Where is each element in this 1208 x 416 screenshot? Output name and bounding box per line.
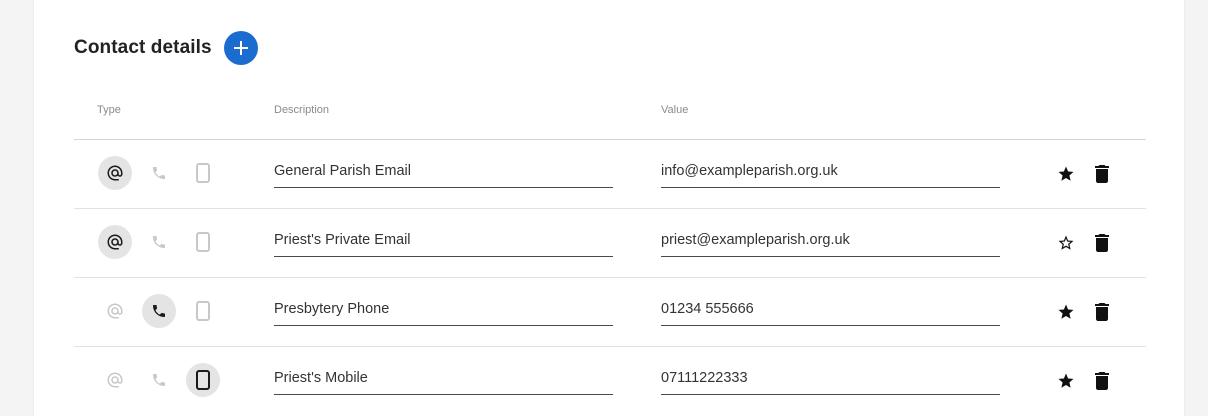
mobile-phone-icon	[195, 370, 211, 390]
type-phone-button[interactable]	[142, 225, 176, 259]
delete-button[interactable]	[1092, 164, 1112, 184]
type-mobile-button[interactable]	[186, 363, 220, 397]
type-selector	[98, 225, 220, 259]
description-field[interactable]: Presbytery Phone	[274, 299, 613, 326]
delete-button[interactable]	[1092, 371, 1112, 391]
row-actions	[1056, 302, 1112, 322]
contact-list: General Parish Email info@exampleparish.o…	[34, 140, 1184, 415]
column-header-description: Description	[274, 104, 330, 116]
row-actions	[1056, 164, 1112, 184]
favorite-toggle-button[interactable]	[1056, 233, 1076, 253]
description-field[interactable]: Priest's Mobile	[274, 368, 613, 395]
type-selector	[98, 156, 220, 190]
delete-button[interactable]	[1092, 233, 1112, 253]
value-field[interactable]: 07111222333	[661, 368, 1000, 395]
type-email-button[interactable]	[98, 225, 132, 259]
row-actions	[1056, 233, 1112, 253]
value-field[interactable]: priest@exampleparish.org.uk	[661, 230, 1000, 257]
phone-icon	[151, 165, 167, 181]
card-header: Contact details	[74, 30, 258, 66]
phone-icon	[151, 303, 167, 319]
contact-row: Priest's Private Email priest@examplepari…	[74, 209, 1146, 278]
star-filled-icon	[1057, 165, 1075, 183]
phone-icon	[151, 372, 167, 388]
phone-icon	[151, 234, 167, 250]
favorite-toggle-button[interactable]	[1056, 164, 1076, 184]
mobile-phone-icon	[195, 301, 211, 321]
type-selector	[98, 363, 220, 397]
mobile-phone-icon	[195, 232, 211, 252]
trash-icon	[1094, 234, 1110, 252]
trash-icon	[1094, 165, 1110, 183]
type-phone-button[interactable]	[142, 156, 176, 190]
type-email-button[interactable]	[98, 156, 132, 190]
plus-icon	[233, 41, 248, 55]
star-outline-icon	[1057, 234, 1075, 252]
type-mobile-button[interactable]	[186, 225, 220, 259]
column-header-type: Type	[97, 104, 121, 116]
at-icon	[106, 233, 124, 251]
trash-icon	[1094, 372, 1110, 390]
contact-details-card: Contact details Type Description Value G…	[34, 0, 1184, 416]
type-selector	[98, 294, 220, 328]
type-mobile-button[interactable]	[186, 156, 220, 190]
contact-row: Presbytery Phone 01234 555666	[74, 278, 1146, 347]
mobile-phone-icon	[195, 163, 211, 183]
star-filled-icon	[1057, 372, 1075, 390]
column-headers: Type Description Value	[34, 104, 1184, 122]
at-icon	[106, 302, 124, 320]
row-actions	[1056, 371, 1112, 391]
favorite-toggle-button[interactable]	[1056, 371, 1076, 391]
type-phone-button[interactable]	[142, 363, 176, 397]
delete-button[interactable]	[1092, 302, 1112, 322]
star-filled-icon	[1057, 303, 1075, 321]
type-email-button[interactable]	[98, 363, 132, 397]
contact-row: General Parish Email info@exampleparish.o…	[74, 140, 1146, 209]
at-icon	[106, 164, 124, 182]
at-icon	[106, 371, 124, 389]
description-field[interactable]: Priest's Private Email	[274, 230, 613, 257]
contact-row: Priest's Mobile 07111222333	[74, 347, 1146, 415]
favorite-toggle-button[interactable]	[1056, 302, 1076, 322]
type-mobile-button[interactable]	[186, 294, 220, 328]
type-email-button[interactable]	[98, 294, 132, 328]
page-title: Contact details	[74, 37, 212, 58]
value-field[interactable]: info@exampleparish.org.uk	[661, 161, 1000, 188]
trash-icon	[1094, 303, 1110, 321]
value-field[interactable]: 01234 555666	[661, 299, 1000, 326]
add-contact-button[interactable]	[223, 31, 258, 65]
column-header-value: Value	[661, 104, 689, 116]
type-phone-button[interactable]	[142, 294, 176, 328]
description-field[interactable]: General Parish Email	[274, 161, 613, 188]
